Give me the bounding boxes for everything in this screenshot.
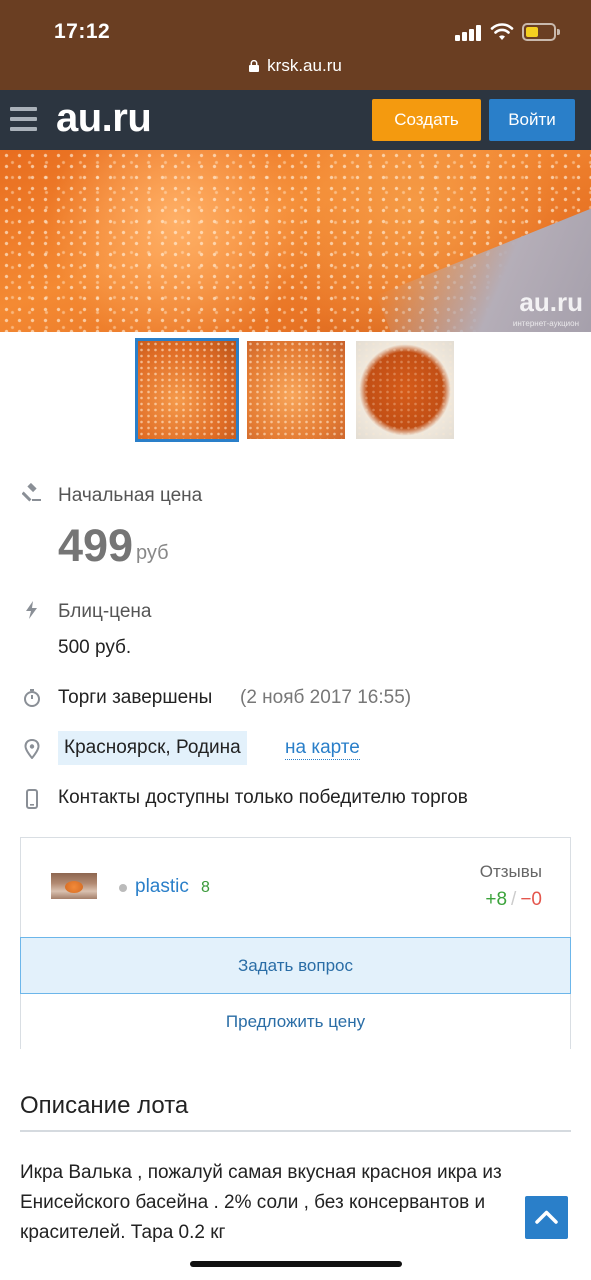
- reviews-label: Отзывы: [479, 862, 542, 881]
- start-price-value: 499: [58, 520, 134, 571]
- ask-question-button[interactable]: Задать вопрос: [20, 937, 571, 994]
- seller-card: plastic 8 Отзывы +8/−0 Задать вопрос Пре…: [20, 837, 571, 1049]
- url-text: krsk.au.ru: [267, 56, 342, 75]
- contacts-note: Контакты доступны только победителю торг…: [58, 787, 468, 808]
- start-price-label: Начальная цена: [58, 485, 203, 506]
- lightning-icon: [26, 601, 37, 619]
- thumbnail-2[interactable]: [247, 341, 345, 439]
- phone-icon: [26, 789, 38, 809]
- reviews-counts: +8/−0: [485, 889, 542, 911]
- reviews-separator: /: [511, 889, 517, 910]
- auction-status: Торги завершены: [58, 687, 213, 708]
- chevron-up-icon: [535, 1210, 558, 1224]
- main-lot-photo[interactable]: au.ru интернет-аукцион: [0, 150, 591, 332]
- map-link[interactable]: на карте: [285, 737, 360, 760]
- seller-name-link[interactable]: plastic: [135, 876, 189, 898]
- photo-watermark-sub: интернет-аукцион: [512, 319, 579, 328]
- start-price-unit: руб: [136, 542, 169, 564]
- home-indicator[interactable]: [190, 1261, 402, 1267]
- status-bar: 17:12 krsk.au.ru: [0, 0, 591, 90]
- lock-icon: [249, 60, 260, 72]
- blitz-price-value: 500 руб.: [58, 637, 132, 658]
- site-logo[interactable]: au.ru: [56, 96, 152, 141]
- blitz-price-label: Блиц-цена: [58, 601, 152, 622]
- reviews-positive[interactable]: +8: [485, 889, 507, 910]
- seller-rating: 8: [201, 879, 210, 896]
- gavel-icon: [22, 483, 41, 502]
- reviews-negative[interactable]: −0: [520, 889, 542, 910]
- wifi-icon: [490, 23, 514, 40]
- photo-watermark: au.ru: [519, 287, 583, 317]
- thumbnail-3[interactable]: [356, 341, 454, 439]
- online-status-dot: [119, 884, 127, 892]
- battery-icon: [522, 23, 556, 41]
- create-button[interactable]: Создать: [372, 99, 481, 141]
- auction-end-date: (2 нояб 2017 16:55): [240, 687, 412, 708]
- location-text: Красноярск, Родина: [58, 731, 247, 765]
- status-time: 17:12: [54, 20, 111, 43]
- address-bar[interactable]: krsk.au.ru: [0, 56, 591, 76]
- offer-price-button[interactable]: Предложить цену: [21, 995, 570, 1049]
- seller-avatar[interactable]: [51, 873, 97, 899]
- description-divider: [20, 1130, 571, 1132]
- cellular-signal-icon: [455, 25, 483, 41]
- site-header: au.ru Создать Войти: [0, 90, 591, 150]
- login-button[interactable]: Войти: [489, 99, 575, 141]
- description-title: Описание лота: [20, 1092, 189, 1119]
- battery-tip: [557, 29, 560, 35]
- scroll-to-top-button[interactable]: [525, 1196, 568, 1239]
- location-pin-icon: [24, 739, 40, 759]
- thumbnail-1-selected[interactable]: [135, 338, 239, 442]
- menu-icon[interactable]: [10, 107, 37, 131]
- description-text: Икра Валька , пожалуй самая вкусная крас…: [20, 1162, 502, 1243]
- stopwatch-icon: [24, 689, 40, 707]
